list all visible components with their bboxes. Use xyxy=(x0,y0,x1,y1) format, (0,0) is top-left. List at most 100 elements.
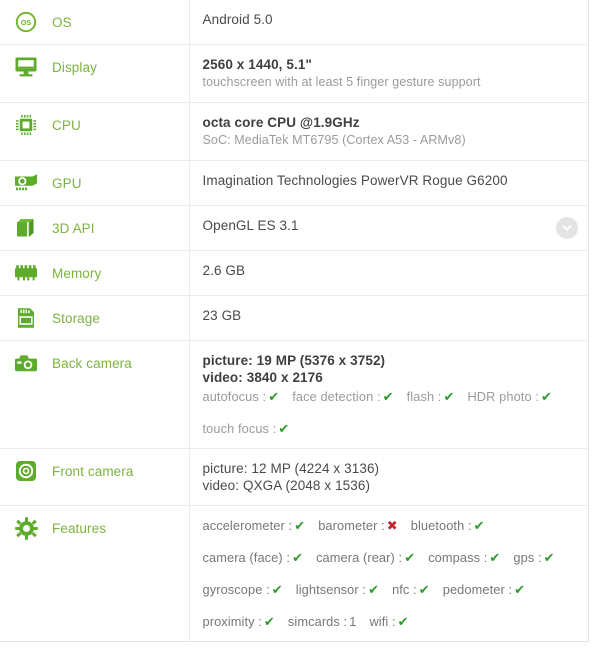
value-primary-gpu: Imagination Technologies PowerVR Rogue G… xyxy=(202,173,508,188)
spec-row-memory: Memory 2.6 GB xyxy=(0,250,589,296)
spec-row-gpu: GPU Imagination Technologies PowerVR Rogu… xyxy=(0,160,589,206)
check-yes-icon: ✔ xyxy=(418,582,430,597)
label-cell-back-camera: Back camera xyxy=(0,340,190,449)
attribute-label: camera (face) : xyxy=(202,550,291,565)
check-yes-icon: ✔ xyxy=(489,550,501,565)
label-cell-memory: Memory xyxy=(0,250,190,296)
attribute-label: nfc : xyxy=(392,582,417,597)
check-yes-icon: ✔ xyxy=(473,518,485,533)
attribute-item: compass : ✔ xyxy=(428,549,500,566)
spec-row-cpu: CPU octa core CPU @1.9GHz SoC: MediaTek MT… xyxy=(0,102,589,161)
value-primary-3d-api: OpenGL ES 3.1 xyxy=(202,218,299,233)
attribute-label: camera (rear) : xyxy=(316,550,403,565)
attribute-label: bluetooth : xyxy=(410,518,472,533)
attribute-label: simcards : xyxy=(287,614,348,629)
gear-icon xyxy=(14,516,38,540)
attribute-item: touch focus : ✔ xyxy=(203,420,290,437)
label-cell-3d-api: 3D API xyxy=(0,205,190,251)
label-cell-features: Features xyxy=(0,505,190,642)
back-camera-picture: picture: 19 MP (5376 x 3752) xyxy=(202,353,386,368)
cross-no-icon: ✖ xyxy=(386,518,398,533)
attribute-item: lightsensor : ✔ xyxy=(296,581,379,598)
value-cell-cpu: octa core CPU @1.9GHz SoC: MediaTek MT679… xyxy=(189,102,589,161)
check-yes-icon: ✔ xyxy=(540,389,552,404)
spec-label-memory: Memory xyxy=(52,265,102,281)
attribute-label: compass : xyxy=(428,550,488,565)
attribute-item: wifi : ✔ xyxy=(369,613,408,630)
cpu-chip-icon xyxy=(14,113,38,137)
check-yes-icon: ✔ xyxy=(382,389,394,404)
check-yes-icon: ✔ xyxy=(292,550,304,565)
attribute-label: flash : xyxy=(406,389,442,404)
spec-label-3d-api: 3D API xyxy=(52,220,95,236)
attribute-item: gyroscope : ✔ xyxy=(203,581,283,598)
features-line-4: proximity : ✔ simcards :1 wifi : ✔ xyxy=(203,613,575,630)
attribute-item: autofocus : ✔ xyxy=(203,388,280,405)
value-secondary-cpu: SoC: MediaTek MT6795 (Cortex A53 - ARMv8… xyxy=(202,133,466,147)
attribute-item: gps : ✔ xyxy=(513,549,554,566)
value-primary-storage: 23 GB xyxy=(202,308,242,323)
spec-row-features: Features accelerometer : ✔ barometer : ✖ blue… xyxy=(0,505,589,642)
front-camera-picture: picture: 12 MP (4224 x 3136) xyxy=(202,461,380,476)
value-primary-os: Android 5.0 xyxy=(202,12,273,27)
svg-text:OS: OS xyxy=(21,18,32,27)
back-camera-attrs-line-2: touch focus : ✔ xyxy=(203,420,575,437)
attribute-label: touch focus : xyxy=(202,421,277,436)
spec-row-3d-api: 3D API OpenGL ES 3.1 xyxy=(0,205,589,251)
check-yes-icon: ✔ xyxy=(294,518,306,533)
back-camera-attrs-line-1: autofocus : ✔ face detection : ✔ flash : ✔ HDR… xyxy=(203,388,575,405)
attribute-label: lightsensor : xyxy=(295,582,367,597)
value-secondary-display: touchscreen with at least 5 finger gestu… xyxy=(202,75,481,89)
attribute-item: proximity : ✔ xyxy=(203,613,275,630)
check-yes-icon: ✔ xyxy=(278,421,290,436)
attribute-item: pedometer : ✔ xyxy=(443,581,525,598)
check-yes-icon: ✔ xyxy=(443,389,455,404)
os-badge-icon: OS xyxy=(14,10,38,34)
attribute-label: wifi : xyxy=(369,614,396,629)
value-cell-os: Android 5.0 xyxy=(189,0,589,45)
spec-row-back-camera: Back camera picture: 19 MP (5376 x 3752) v… xyxy=(0,340,589,449)
value-cell-front-camera: picture: 12 MP (4224 x 3136) video: QXGA … xyxy=(189,448,589,506)
value-cell-gpu: Imagination Technologies PowerVR Rogue G… xyxy=(189,160,589,206)
value-cell-display: 2560 x 1440, 5.1" touchscreen with at lea… xyxy=(189,44,589,103)
spec-label-display: Display xyxy=(52,59,97,75)
spec-label-storage: Storage xyxy=(52,310,100,326)
check-yes-icon: ✔ xyxy=(268,389,280,404)
attribute-item: HDR photo : ✔ xyxy=(467,388,552,405)
attribute-label: autofocus : xyxy=(202,389,267,404)
attribute-item: camera (face) : ✔ xyxy=(203,549,304,566)
device-spec-table: OS OS Android 5.0 Display 2560 x 1440, 5.1… xyxy=(0,0,589,642)
check-yes-icon: ✔ xyxy=(404,550,416,565)
storage-card-icon xyxy=(14,306,38,330)
spec-row-storage: Storage 23 GB xyxy=(0,295,589,341)
attribute-label: proximity : xyxy=(202,614,262,629)
value-primary-cpu: octa core CPU @1.9GHz xyxy=(202,115,360,130)
memory-module-icon xyxy=(14,261,38,285)
label-cell-os: OS OS xyxy=(0,0,190,45)
attribute-label: gps : xyxy=(513,550,542,565)
attribute-item: accelerometer : ✔ xyxy=(203,517,306,534)
value-cell-memory: 2.6 GB xyxy=(189,250,589,296)
attribute-item: nfc : ✔ xyxy=(392,581,430,598)
label-cell-storage: Storage xyxy=(0,295,190,341)
value-cell-back-camera: picture: 19 MP (5376 x 3752) video: 3840 … xyxy=(189,340,589,449)
spec-label-cpu: CPU xyxy=(52,117,81,133)
label-cell-gpu: GPU xyxy=(0,160,190,206)
value-cell-features: accelerometer : ✔ barometer : ✖ bluetooth : ✔… xyxy=(189,505,589,642)
attribute-label: accelerometer : xyxy=(202,518,293,533)
features-line-2: camera (face) : ✔ camera (rear) : ✔ compass … xyxy=(203,549,575,566)
attribute-label: pedometer : xyxy=(442,582,513,597)
attribute-item: flash : ✔ xyxy=(407,388,455,405)
value-primary-memory: 2.6 GB xyxy=(202,263,246,278)
spec-row-display: Display 2560 x 1440, 5.1" touchscreen with… xyxy=(0,44,589,103)
back-camera-video: video: 3840 x 2176 xyxy=(202,370,323,385)
spec-label-gpu: GPU xyxy=(52,175,82,191)
expand-3d-api-button[interactable] xyxy=(556,217,578,239)
front-camera-video: video: QXGA (2048 x 1536) xyxy=(202,478,371,493)
spec-label-os: OS xyxy=(52,14,72,30)
value-primary-display: 2560 x 1440, 5.1" xyxy=(202,57,312,72)
label-cell-display: Display xyxy=(0,44,190,103)
value-cell-3d-api: OpenGL ES 3.1 xyxy=(189,205,589,251)
label-cell-cpu: CPU xyxy=(0,102,190,161)
attr-value: 1 xyxy=(349,614,357,629)
